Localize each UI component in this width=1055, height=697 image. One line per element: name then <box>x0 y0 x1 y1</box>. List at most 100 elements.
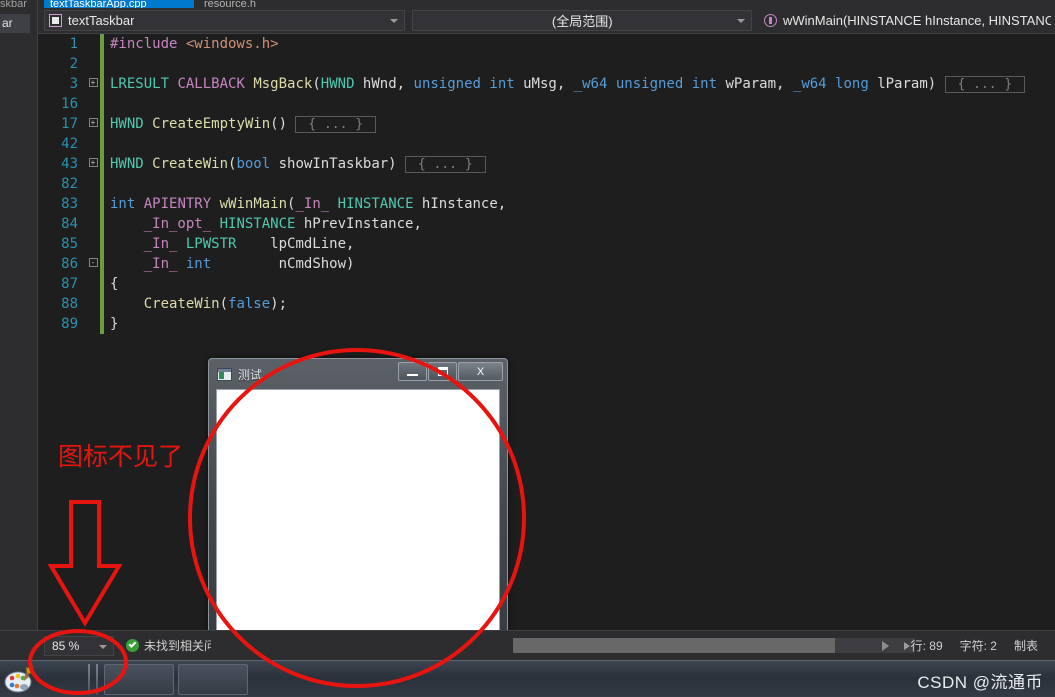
horizontal-scrollbar[interactable] <box>513 638 905 653</box>
test-window-title: 测试 <box>238 367 263 382</box>
screen: skbar ar textTaskbarApp.cpp resource.h t… <box>0 0 1055 697</box>
code-line[interactable]: 89} <box>38 314 1055 334</box>
status-message: 未找到相关问 <box>126 637 211 654</box>
chevron-down-icon[interactable] <box>99 645 107 649</box>
zoom-level-value: 85 % <box>52 639 80 653</box>
change-indicator <box>100 94 104 114</box>
member-combo[interactable]: wWinMain(HINSTANCE hInstance, HINSTANCE … <box>760 10 1055 31</box>
code-line[interactable]: 1 #include <windows.h> <box>38 34 1055 54</box>
minimize-button[interactable] <box>398 362 427 381</box>
window-controls: X <box>397 362 503 381</box>
line-number: 86 <box>61 256 78 272</box>
status-message-text: 未找到相关问 <box>144 639 211 653</box>
line-number: 85 <box>61 236 78 252</box>
change-indicator <box>100 54 104 74</box>
status-line-number: 行: 89 <box>910 639 943 653</box>
line-number: 42 <box>61 136 78 152</box>
change-indicator <box>100 134 104 154</box>
collapsed-block[interactable]: { ... } <box>944 75 1026 93</box>
code-text: _In_ int nCmdShow) <box>143 256 355 272</box>
close-button[interactable]: X <box>458 362 503 381</box>
maximize-icon <box>437 367 448 376</box>
code-line[interactable]: 86- _In_ int nCmdShow) <box>38 254 1055 274</box>
code-text: HWND CreateEmptyWin() { ... } <box>104 114 376 135</box>
project-combo[interactable]: textTaskbar <box>44 10 406 31</box>
code-text: _In_opt_ HINSTANCE hPrevInstance, <box>143 216 422 232</box>
line-number: 82 <box>61 176 78 192</box>
line-number: 3 <box>69 76 78 92</box>
csdn-watermark: CSDN @流通币 <box>917 673 1043 692</box>
tab-textTaskbarApp-cpp[interactable]: textTaskbarApp.cpp <box>44 0 194 8</box>
app-window-icon <box>217 367 232 381</box>
fold-collapse-icon[interactable]: - <box>86 254 100 274</box>
taskbar-separator-2 <box>96 664 98 695</box>
test-window-client-area <box>216 389 500 647</box>
navigation-bar: textTaskbar (全局范围) wWinMain(HINSTANCE hI… <box>38 8 1055 34</box>
line-number: 43 <box>61 156 78 172</box>
line-number: 88 <box>61 296 78 312</box>
test-window[interactable]: 测试 X <box>208 358 508 656</box>
fold-expand-icon[interactable]: + <box>86 154 100 174</box>
taskbar-separator-1 <box>88 664 90 695</box>
line-number: 89 <box>61 316 78 332</box>
code-text: } <box>110 316 119 332</box>
code-text: HWND CreateWin(bool showInTaskbar) { ...… <box>104 154 486 175</box>
code-text: CreateWin(false); <box>143 296 288 312</box>
code-editor[interactable]: 1 #include <windows.h> 2 3 + LRESULT CALLBACK… <box>38 34 1055 630</box>
status-bar-right: 行: 89 字符: 2 制表 <box>881 637 1055 654</box>
code-text: _In_ LPWSTR lpCmdLine, <box>143 236 355 252</box>
line-number: 83 <box>61 196 78 212</box>
code-line[interactable]: 83 int APIENTRY wWinMain(_In_ HINSTANCE h… <box>38 194 1055 214</box>
chevron-down-icon[interactable] <box>390 18 399 23</box>
line-number: 16 <box>61 96 78 112</box>
tab-resource-h[interactable]: resource.h <box>198 0 308 8</box>
maximize-button[interactable] <box>428 362 457 381</box>
chevron-down-icon[interactable] <box>737 18 745 23</box>
line-number: 84 <box>61 216 78 232</box>
code-line[interactable]: 42 <box>38 134 1055 154</box>
code-line[interactable]: 85 _In_ LPWSTR lpCmdLine, <box>38 234 1055 254</box>
left-docked-panel-stub[interactable]: skbar ar <box>0 0 38 660</box>
line-number: 17 <box>61 116 78 132</box>
taskbar-item-2[interactable] <box>178 664 248 695</box>
test-window-titlebar[interactable]: 测试 X <box>212 362 504 386</box>
line-number: 87 <box>61 276 78 292</box>
project-combo-value: textTaskbar <box>68 13 135 28</box>
left-stub-label-top: skbar <box>0 0 27 9</box>
code-lines-host: 1 #include <windows.h> 2 3 + LRESULT CALLBACK… <box>38 34 1055 334</box>
code-line[interactable]: 17 + HWND CreateEmptyWin() { ... } <box>38 114 1055 134</box>
code-line[interactable]: 16 <box>38 94 1055 114</box>
fold-expand-icon[interactable]: + <box>86 114 100 134</box>
left-stub-label[interactable]: ar <box>0 14 30 33</box>
project-icon <box>49 14 62 27</box>
code-line[interactable]: 3 + LRESULT CALLBACK MsgBack(HWND hWnd, un… <box>38 74 1055 94</box>
taskbar-item-1[interactable] <box>104 664 174 695</box>
code-line[interactable]: 2 <box>38 54 1055 74</box>
status-char-number: 字符: 2 <box>959 639 997 653</box>
change-indicator <box>100 174 104 194</box>
code-line[interactable]: 82 <box>38 174 1055 194</box>
status-tab-mode: 制表 <box>1013 639 1038 653</box>
member-combo-value: wWinMain(HINSTANCE hInstance, HINSTANCE … <box>783 13 1051 28</box>
method-icon <box>764 14 777 27</box>
scope-combo[interactable]: (全局范围) <box>412 10 752 31</box>
os-taskbar <box>0 660 1055 697</box>
code-line[interactable]: 87 { <box>38 274 1055 294</box>
code-line[interactable]: 88 CreateWin(false); <box>38 294 1055 314</box>
minimize-icon <box>407 373 418 376</box>
triangle-right-icon[interactable] <box>881 640 889 651</box>
code-text: int APIENTRY wWinMain(_In_ HINSTANCE hIn… <box>110 196 507 212</box>
code-line[interactable]: 43 + HWND CreateWin(bool showInTaskbar) { … <box>38 154 1055 174</box>
collapsed-block[interactable]: { ... } <box>295 115 376 133</box>
fold-expand-icon[interactable]: + <box>86 74 100 94</box>
collapsed-block[interactable]: { ... } <box>405 155 486 173</box>
line-number: 1 <box>69 36 78 52</box>
code-line[interactable]: 84 _In_opt_ HINSTANCE hPrevInstance, <box>38 214 1055 234</box>
editor-tabstrip: textTaskbarApp.cpp resource.h <box>38 0 1055 8</box>
scope-combo-value: (全局范围) <box>551 14 613 29</box>
paint-app-icon[interactable] <box>4 665 36 694</box>
zoom-level-combo[interactable]: 85 % <box>44 636 114 656</box>
code-text: { <box>110 276 119 292</box>
code-text: #include <windows.h> <box>110 36 279 52</box>
horizontal-scrollbar-thumb[interactable] <box>513 638 835 653</box>
